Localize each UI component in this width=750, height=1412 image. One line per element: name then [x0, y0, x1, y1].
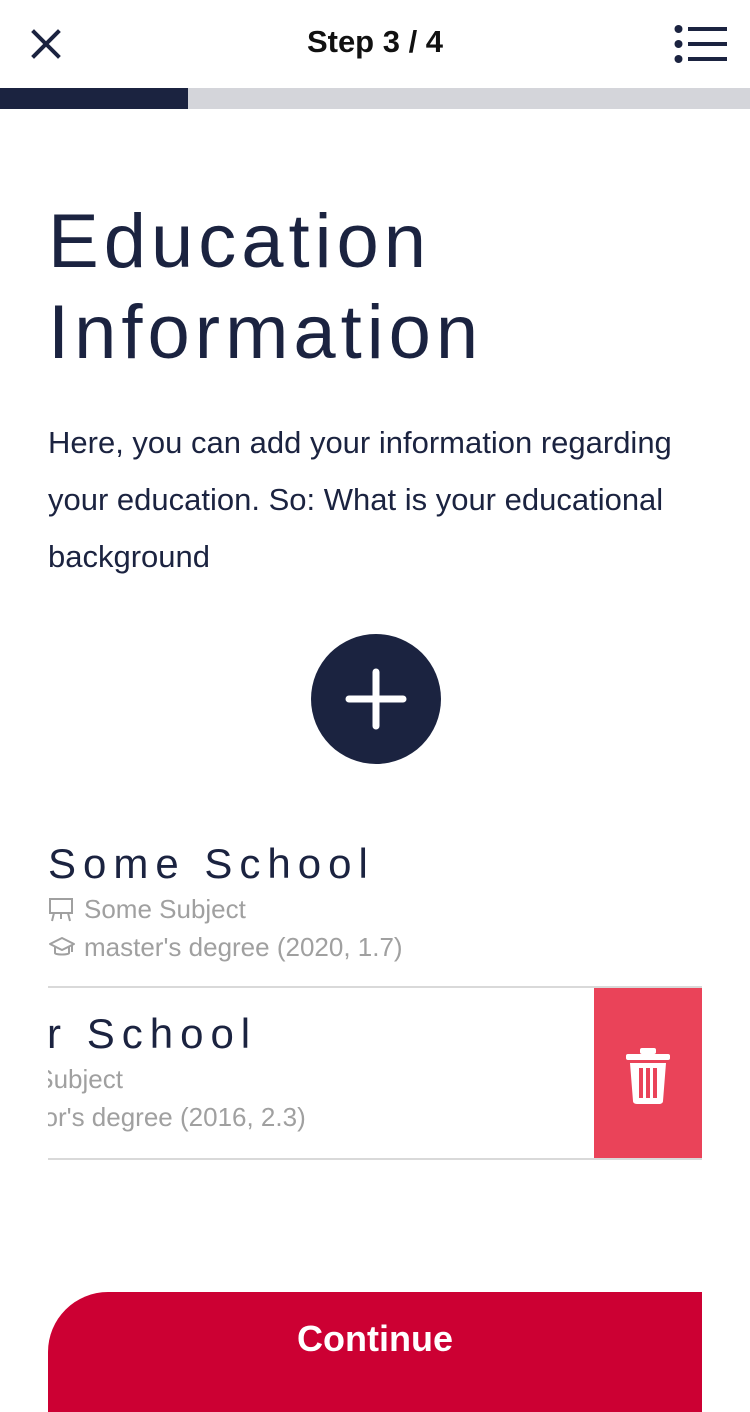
add-education-button[interactable] [311, 634, 441, 764]
subject-text: Other Subject [48, 1064, 123, 1094]
education-list: Some School Some Subject master's degree… [48, 818, 702, 1160]
page-title-line-2: Information [48, 290, 484, 375]
degree-line: master's degree (2020, 1.7) [48, 932, 403, 963]
steps-menu-button[interactable] [668, 18, 734, 70]
step-indicator: Step 3 / 4 [306, 24, 444, 59]
education-item[interactable]: Other School Other Subject [48, 988, 702, 1160]
graduation-cap-icon [48, 934, 78, 962]
degree-text: master's degree (2020, 1.7) [84, 932, 403, 962]
continue-button[interactable]: Continue [48, 1292, 702, 1412]
page-description: Here, you can add your information regar… [48, 425, 672, 574]
continue-label: Continue [297, 1318, 453, 1359]
subject-text: Some Subject [84, 894, 246, 924]
subject-line: Other Subject [48, 1064, 123, 1095]
school-name: Other School [48, 1010, 258, 1057]
degree-line: Bachelor's degree (2016, 2.3) [48, 1102, 306, 1133]
education-item[interactable]: Some School Some Subject master's degree… [48, 818, 702, 988]
page-title-line-1: Education [48, 199, 432, 284]
top-bar: Step 3 / 4 [0, 0, 750, 88]
delete-education-button[interactable] [594, 988, 702, 1158]
trash-icon [626, 1048, 670, 1104]
school-name: Some School [48, 840, 375, 887]
progress-fill [0, 88, 188, 109]
progress-bar [0, 88, 750, 109]
degree-text: Bachelor's degree (2016, 2.3) [48, 1102, 306, 1132]
subject-line: Some Subject [48, 894, 246, 925]
presentation-board-icon [48, 896, 78, 924]
page-title: Education Information [48, 196, 708, 378]
plus-icon [345, 668, 407, 730]
list-menu-icon [674, 25, 727, 63]
